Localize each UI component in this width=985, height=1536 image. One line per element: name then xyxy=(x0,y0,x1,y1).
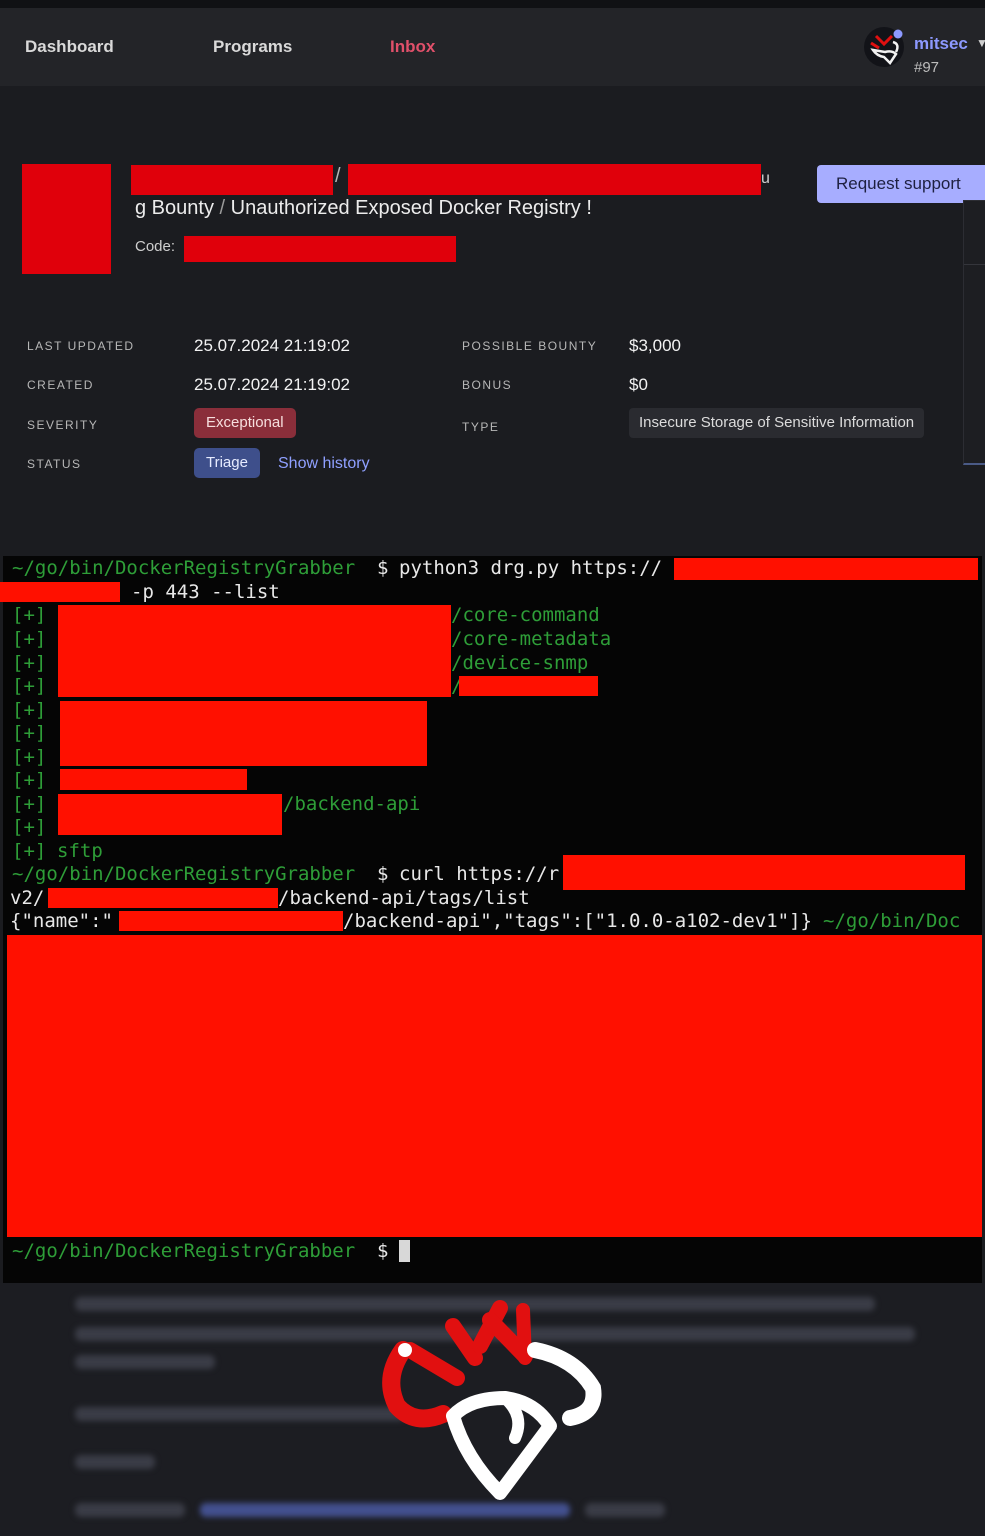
created-label: CREATED xyxy=(27,378,94,392)
redacted-output-block xyxy=(7,935,982,1237)
terminal-response: /backend-api","tags":["1.0.0-a102-dev1"]… xyxy=(343,910,812,932)
redacted-text xyxy=(58,794,282,835)
program-name-tail[interactable]: g Bounty xyxy=(135,197,214,219)
terminal-prompt-path: ~/go/bin/Doc xyxy=(823,910,961,932)
terminal-bullet: [+] xyxy=(12,793,47,815)
terminal-bullet: [+] xyxy=(12,722,47,744)
terminal-prompt-path: ~/go/bin/DockerRegistryGrabber xyxy=(12,557,356,579)
chevron-down-icon[interactable]: ▼ xyxy=(976,36,985,50)
nav-inbox[interactable]: Inbox xyxy=(390,37,435,57)
repo-name: /backend-api xyxy=(283,793,421,815)
request-support-button[interactable]: Request support xyxy=(817,165,985,203)
terminal-bullet: [+] xyxy=(12,816,47,838)
terminal-command: curl https://r xyxy=(399,863,560,885)
terminal-bullet: [+] xyxy=(12,604,47,626)
repo-name: /core-metadata xyxy=(451,628,612,650)
possible-bounty-label: POSSIBLE BOUNTY xyxy=(462,339,598,353)
redacted-text xyxy=(60,701,427,766)
redacted-text xyxy=(131,165,333,195)
terminal-prompt-symbol: $ xyxy=(377,557,389,579)
severity-badge: Exceptional xyxy=(194,408,296,438)
terminal-response: {"name":" xyxy=(10,910,113,932)
redacted-text xyxy=(0,582,120,602)
report-name: Unauthorized Exposed Docker Registry ! xyxy=(230,197,592,219)
terminal-cursor xyxy=(399,1240,410,1262)
terminal-bullet: [+] xyxy=(12,769,47,791)
terminal-command-cont: v2/ xyxy=(10,887,45,909)
breadcrumb-separator: / xyxy=(335,165,341,187)
redacted-text xyxy=(119,911,343,931)
report-panel xyxy=(0,86,985,556)
user-name[interactable]: mitsec xyxy=(914,34,968,54)
terminal-command-cont: /backend-api/tags/list xyxy=(278,887,530,909)
terminal-prompt-path: ~/go/bin/DockerRegistryGrabber xyxy=(12,863,356,885)
redacted-text xyxy=(58,605,451,697)
type-chip: Insecure Storage of Sensitive Informatio… xyxy=(629,408,925,438)
terminal-bullet: [+] xyxy=(12,628,47,650)
terminal-bullet: [+] xyxy=(12,746,47,768)
terminal-window: ~/go/bin/DockerRegistryGrabber $ python3… xyxy=(0,556,982,1283)
title-fragment: u xyxy=(761,170,770,187)
redacted-text xyxy=(48,888,278,908)
side-panel-edge xyxy=(963,200,985,465)
terminal-bullet: [+] xyxy=(12,652,47,674)
terminal-bullet: [+] xyxy=(12,840,47,862)
redacted-report-code xyxy=(184,236,456,262)
last-updated-label: LAST UPDATED xyxy=(27,339,135,353)
repo-name: sftp xyxy=(57,840,103,862)
mitsec-logo-icon xyxy=(864,27,904,67)
terminal-bullet: [+] xyxy=(12,699,47,721)
report-code-label: Code: xyxy=(135,238,176,255)
bonus-value: $0 xyxy=(629,375,648,394)
title-divider: / xyxy=(219,197,226,219)
mitsec-logo-icon xyxy=(382,1300,602,1500)
report-title: g Bounty / Unauthorized Exposed Docker R… xyxy=(135,197,592,220)
user-rank: #97 xyxy=(914,59,940,76)
severity-label: SEVERITY xyxy=(27,418,99,432)
last-updated-value: 25.07.2024 21:19:02 xyxy=(194,336,350,355)
window-top-strip xyxy=(0,0,985,8)
terminal-prompt-symbol: $ xyxy=(377,1240,389,1262)
redacted-program-logo xyxy=(22,164,111,274)
status-label: STATUS xyxy=(27,457,82,471)
show-history-link[interactable]: Show history xyxy=(278,455,370,473)
possible-bounty-value: $3,000 xyxy=(629,336,681,355)
status-badge: Triage xyxy=(194,448,260,478)
terminal-command: python3 drg.py https:// xyxy=(399,557,663,579)
repo-name: /core-command xyxy=(451,604,600,626)
user-avatar[interactable] xyxy=(863,26,905,68)
redacted-text xyxy=(60,769,247,790)
redacted-text xyxy=(674,558,978,580)
type-label: TYPE xyxy=(462,420,500,434)
bonus-label: BONUS xyxy=(462,378,513,392)
nav-dashboard[interactable]: Dashboard xyxy=(25,37,114,57)
terminal-prompt-path: ~/go/bin/DockerRegistryGrabber xyxy=(12,1240,356,1262)
top-navigation-bar: Dashboard Programs Inbox mitsec #97 ▼ xyxy=(0,8,985,86)
terminal-bullet: [+] xyxy=(12,675,47,697)
redacted-text xyxy=(348,164,761,195)
redacted-text xyxy=(563,855,965,890)
redacted-text xyxy=(459,676,598,696)
nav-programs[interactable]: Programs xyxy=(213,37,292,57)
terminal-command-args: -p 443 --list xyxy=(131,581,280,603)
terminal-prompt-symbol: $ xyxy=(377,863,389,885)
created-value: 25.07.2024 21:19:02 xyxy=(194,375,350,394)
mitsec-watermark-logo xyxy=(375,1298,610,1508)
repo-name: /device-snmp xyxy=(451,652,589,674)
